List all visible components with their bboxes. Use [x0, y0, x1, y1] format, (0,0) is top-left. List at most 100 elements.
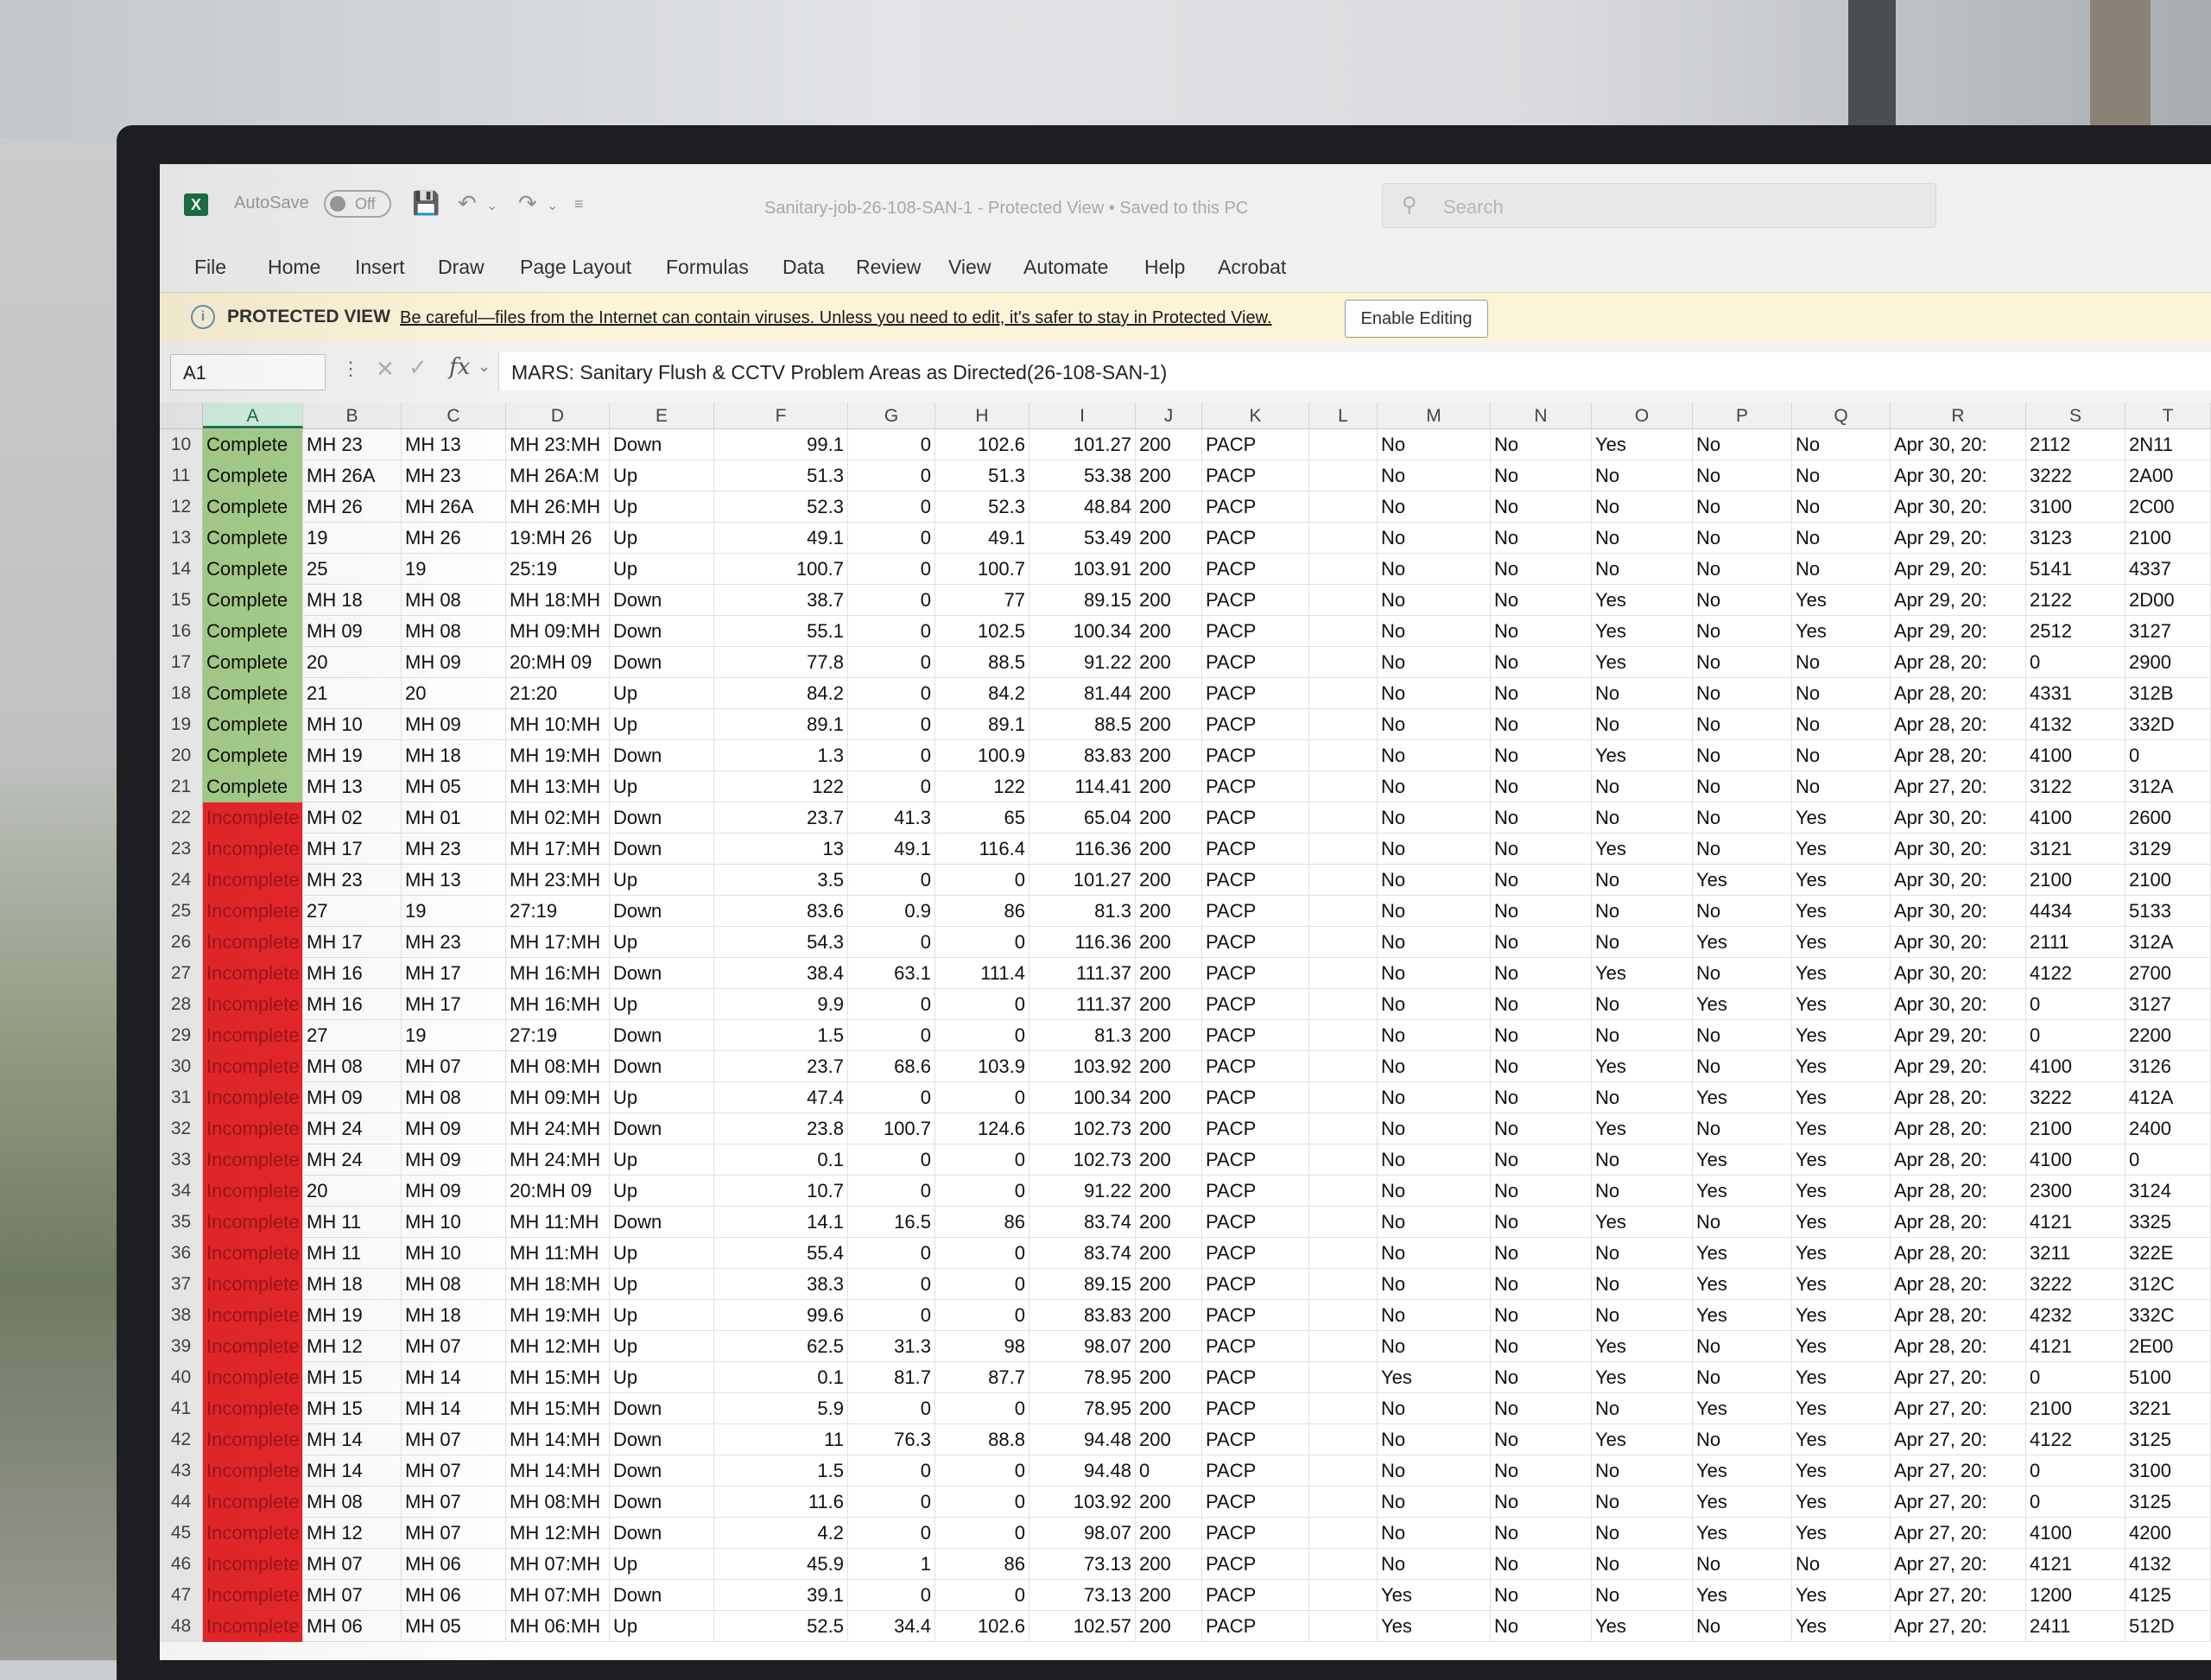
cell[interactable]: 68.6	[848, 1051, 935, 1082]
cell[interactable]: MH 23	[303, 865, 402, 896]
cell[interactable]: No	[1693, 1611, 1792, 1642]
status-cell[interactable]: Incomplete	[203, 1113, 303, 1144]
cell[interactable]: MH 11	[303, 1207, 402, 1238]
cell[interactable]: 2E00	[2125, 1331, 2211, 1362]
cell[interactable]: PACP	[1202, 1051, 1309, 1082]
cell[interactable]: 200	[1136, 1020, 1202, 1051]
cell[interactable]: Yes	[1693, 1455, 1792, 1487]
cell[interactable]: 2D00	[2125, 585, 2211, 616]
cell[interactable]: Yes	[1592, 1362, 1693, 1393]
cell[interactable]: No	[1378, 865, 1491, 896]
cell[interactable]	[1309, 1331, 1378, 1362]
cell[interactable]: MH 26A	[402, 491, 506, 523]
column-header-b[interactable]: B	[303, 403, 402, 428]
cell[interactable]	[1309, 1611, 1378, 1642]
cell[interactable]: Yes	[1693, 989, 1792, 1020]
cell[interactable]: 200	[1136, 989, 1202, 1020]
cell[interactable]: 2112	[2026, 429, 2125, 460]
cell[interactable]: No	[1491, 1549, 1592, 1580]
cell[interactable]: 86	[935, 1549, 1029, 1580]
cell[interactable]: No	[1378, 771, 1491, 802]
cell[interactable]: No	[1491, 523, 1592, 554]
cell[interactable]: 0	[935, 1518, 1029, 1549]
cell[interactable]: Up	[610, 1549, 714, 1580]
cell[interactable]: No	[1491, 1176, 1592, 1207]
cell[interactable]: 1.5	[714, 1455, 848, 1487]
cell[interactable]: MH 17	[402, 958, 506, 989]
tab-insert[interactable]: Insert	[355, 256, 405, 279]
cell[interactable]: No	[1592, 678, 1693, 709]
cell[interactable]: 65.04	[1029, 802, 1136, 834]
cell[interactable]: MH 15:MH	[506, 1393, 610, 1424]
cell[interactable]: No	[1792, 740, 1891, 771]
cell[interactable]: 86	[935, 896, 1029, 927]
cell[interactable]: 200	[1136, 1549, 1202, 1580]
cell[interactable]: 0	[935, 1580, 1029, 1611]
cell[interactable]: 4121	[2026, 1549, 2125, 1580]
cell[interactable]: 27	[303, 1020, 402, 1051]
cell[interactable]: MH 08	[402, 1082, 506, 1113]
cell[interactable]: Up	[610, 460, 714, 491]
cell[interactable]	[1309, 460, 1378, 491]
cell[interactable]: 116.4	[935, 834, 1029, 865]
cell[interactable]: 116.36	[1029, 927, 1136, 958]
cell[interactable]: 27	[303, 896, 402, 927]
cell[interactable]: 200	[1136, 1176, 1202, 1207]
cell[interactable]: 11.6	[714, 1487, 848, 1518]
cell[interactable]: No	[1592, 1518, 1693, 1549]
cell[interactable]: 0	[2026, 647, 2125, 678]
cell[interactable]	[1309, 1207, 1378, 1238]
cell[interactable]: 52.5	[714, 1611, 848, 1642]
cell[interactable]: 0	[935, 1269, 1029, 1300]
cell[interactable]: No	[1792, 709, 1891, 740]
row-header[interactable]: 30	[160, 1051, 203, 1082]
cell[interactable]: No	[1693, 896, 1792, 927]
status-cell[interactable]: Incomplete	[203, 1487, 303, 1518]
tab-page-layout[interactable]: Page Layout	[520, 256, 631, 279]
cell[interactable]: 3211	[2026, 1238, 2125, 1269]
cell[interactable]: Down	[610, 1424, 714, 1455]
cell[interactable]: MH 09	[402, 1113, 506, 1144]
cell[interactable]: No	[1491, 1331, 1592, 1362]
cell[interactable]: MH 14:MH	[506, 1455, 610, 1487]
cell[interactable]: Apr 28, 20:	[1891, 709, 2026, 740]
cell[interactable]: 200	[1136, 927, 1202, 958]
cell[interactable]: 20	[303, 647, 402, 678]
cell[interactable]: No	[1378, 1455, 1491, 1487]
cell[interactable]: No	[1378, 523, 1491, 554]
cell[interactable]: Yes	[1693, 1300, 1792, 1331]
cell[interactable]: Apr 27, 20:	[1891, 771, 2026, 802]
cell[interactable]: No	[1378, 1051, 1491, 1082]
cell[interactable]: 20:MH 09	[506, 647, 610, 678]
cell[interactable]: 16.5	[848, 1207, 935, 1238]
cell[interactable]: Yes	[1792, 1051, 1891, 1082]
row-header[interactable]: 15	[160, 585, 203, 616]
cell[interactable]: No	[1491, 1269, 1592, 1300]
cell[interactable]: No	[1378, 1424, 1491, 1455]
cell[interactable]: No	[1792, 460, 1891, 491]
status-cell[interactable]: Incomplete	[203, 989, 303, 1020]
cell[interactable]: 23.7	[714, 1051, 848, 1082]
cell[interactable]: MH 26A:M	[506, 460, 610, 491]
row-header[interactable]: 38	[160, 1300, 203, 1331]
cell[interactable]: Yes	[1592, 1331, 1693, 1362]
cell[interactable]: Yes	[1592, 429, 1693, 460]
cell[interactable]: No	[1693, 523, 1792, 554]
cell[interactable]: No	[1491, 1455, 1592, 1487]
cell[interactable]: 49.1	[714, 523, 848, 554]
cell[interactable]: MH 16:MH	[506, 989, 610, 1020]
cell[interactable]: 102.5	[935, 616, 1029, 647]
status-cell[interactable]: Incomplete	[203, 927, 303, 958]
cell[interactable]: No	[1693, 958, 1792, 989]
cell[interactable]: No	[1378, 1207, 1491, 1238]
cell[interactable]: Apr 27, 20:	[1891, 1393, 2026, 1424]
cell[interactable]: Down	[610, 834, 714, 865]
cell[interactable]: MH 16:MH	[506, 958, 610, 989]
row-header[interactable]: 42	[160, 1424, 203, 1455]
column-header-h[interactable]: H	[935, 403, 1029, 428]
cell[interactable]: Down	[610, 429, 714, 460]
cell[interactable]: 19:MH 26	[506, 523, 610, 554]
cell[interactable]: 103.92	[1029, 1487, 1136, 1518]
cell[interactable]: 200	[1136, 1051, 1202, 1082]
cell[interactable]: 49.1	[935, 523, 1029, 554]
